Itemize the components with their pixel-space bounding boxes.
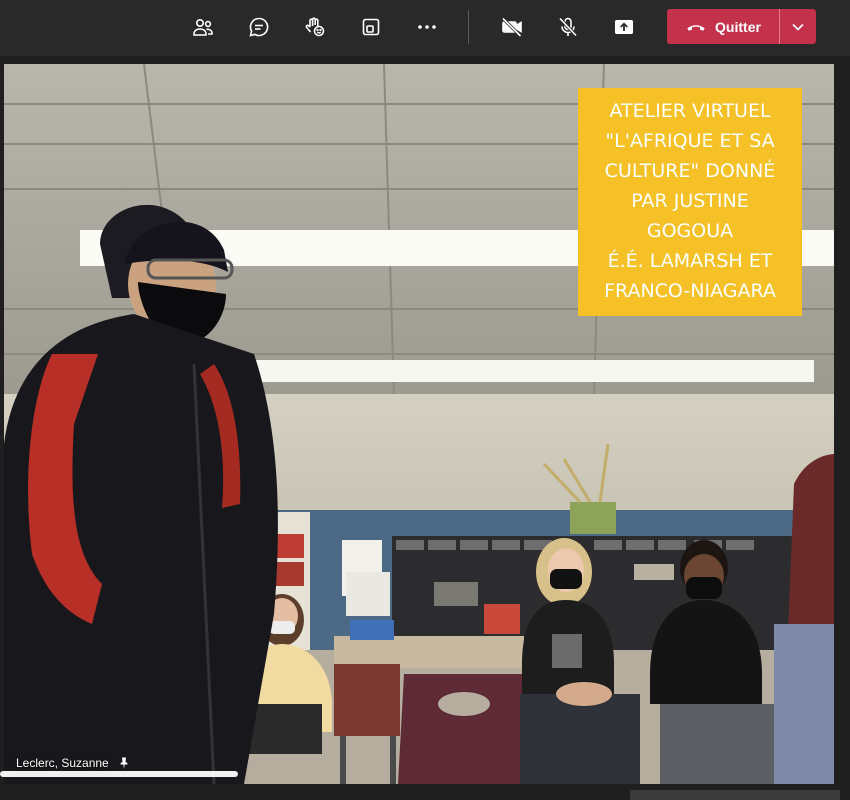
- mic-muted-icon: [558, 17, 578, 37]
- share-screen-icon: [615, 20, 633, 34]
- caption-line: GOGOUA: [646, 220, 734, 242]
- mic-toggle-button[interactable]: [551, 10, 585, 44]
- reactions-icon: [305, 17, 325, 37]
- leave-button[interactable]: Quitter: [667, 9, 779, 44]
- participants-icon: [193, 19, 213, 36]
- more-options-icon: [418, 25, 436, 29]
- participant-name-tag: Leclerc, Suzanne: [16, 756, 131, 770]
- leave-label: Quitter: [715, 18, 761, 35]
- more-options-button[interactable]: [410, 10, 444, 44]
- hang-up-icon: [687, 24, 705, 31]
- speaker-level-bar: [0, 771, 850, 777]
- caption-line: É.É. LAMARSH ET: [607, 250, 773, 272]
- camera-off-icon: [501, 17, 522, 38]
- caption-line: PAR JUSTINE: [631, 190, 749, 212]
- share-screen-button[interactable]: [607, 10, 641, 44]
- caption-line: FRANCO-NIAGARA: [604, 280, 776, 302]
- participants-button[interactable]: [186, 10, 220, 44]
- share-tray-icon: [362, 18, 380, 36]
- chevron-down-icon: [792, 23, 804, 31]
- camera-toggle-button[interactable]: [495, 10, 529, 44]
- video-feed: ATELIER VIRTUEL "L'AFRIQUE ET SA CULTURE…: [4, 64, 834, 784]
- chat-icon: [249, 17, 269, 37]
- speaker-level-fill: [0, 771, 238, 777]
- horizontal-scrollbar[interactable]: [630, 790, 840, 800]
- toolbar-divider: [468, 10, 469, 44]
- chat-button[interactable]: [242, 10, 276, 44]
- caption-line: CULTURE" DONNÉ: [604, 160, 776, 182]
- caption-line: "L'AFRIQUE ET SA: [605, 130, 775, 152]
- meeting-toolbar: Quitter: [0, 0, 850, 56]
- caption-line: ATELIER VIRTUEL: [609, 100, 771, 122]
- reactions-button[interactable]: [298, 10, 332, 44]
- workshop-caption-box: ATELIER VIRTUEL "L'AFRIQUE ET SA CULTURE…: [578, 88, 802, 316]
- leave-options-button[interactable]: [780, 9, 816, 44]
- pin-icon[interactable]: [117, 756, 131, 770]
- participant-name: Leclerc, Suzanne: [16, 756, 109, 770]
- leave-button-group: Quitter: [667, 9, 816, 44]
- share-tray-button[interactable]: [354, 10, 388, 44]
- meeting-window: Quitter ATELIER VIRTUEL "L'AFRIQUE ET SA…: [0, 0, 850, 800]
